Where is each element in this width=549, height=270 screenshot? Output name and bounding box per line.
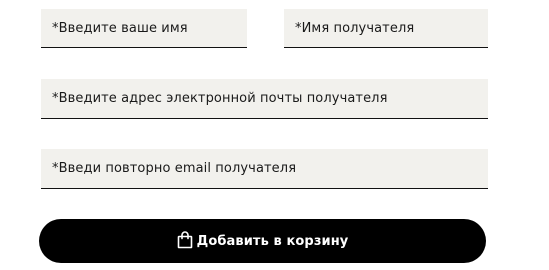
add-to-cart-button[interactable]: Добавить в корзину — [39, 219, 486, 263]
recipient-email-field[interactable] — [41, 79, 488, 119]
sender-name-field[interactable] — [41, 9, 247, 48]
add-to-cart-label: Добавить в корзину — [196, 233, 349, 249]
shopping-bag-icon — [177, 231, 193, 249]
recipient-email-confirm-input[interactable] — [52, 149, 488, 188]
sender-name-input[interactable] — [52, 9, 247, 47]
recipient-email-confirm-field[interactable] — [41, 149, 488, 189]
recipient-name-field[interactable] — [284, 9, 488, 48]
recipient-name-input[interactable] — [295, 9, 488, 47]
recipient-email-input[interactable] — [52, 79, 488, 118]
